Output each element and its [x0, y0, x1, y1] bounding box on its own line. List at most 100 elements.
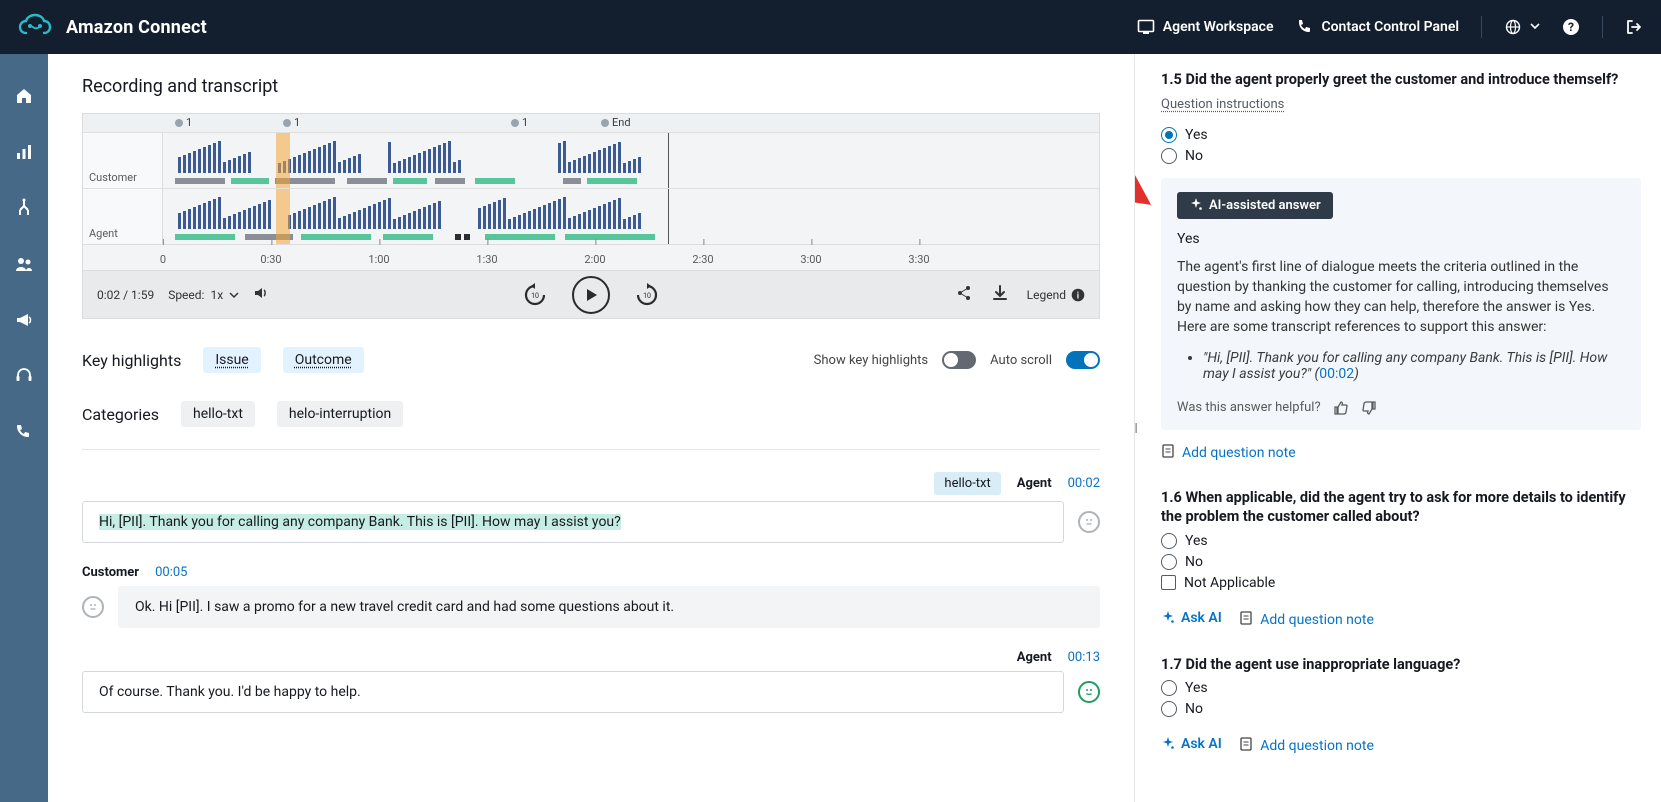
svg-text:10: 10: [643, 292, 651, 300]
timeline-end-label: End: [601, 116, 631, 129]
share-button[interactable]: [955, 284, 973, 306]
note-icon: [1239, 737, 1253, 755]
brand-wrap[interactable]: Amazon Connect: [18, 13, 207, 41]
auto-scroll-toggle[interactable]: [1066, 351, 1100, 369]
time-readout: 0:02 / 1:59: [97, 288, 154, 302]
ai-explanation: The agent's first line of dialogue meets…: [1177, 257, 1625, 338]
question-instructions-link[interactable]: Question instructions: [1161, 97, 1284, 112]
speaker-label: Agent: [1017, 476, 1052, 491]
option-no[interactable]: No: [1161, 554, 1641, 570]
note-icon: [1161, 444, 1175, 462]
customer-track[interactable]: [163, 133, 1099, 188]
download-button[interactable]: [991, 284, 1009, 306]
timeline-marker[interactable]: 1: [511, 116, 528, 129]
ask-ai-button[interactable]: Ask AI: [1161, 736, 1222, 752]
svg-text:10: 10: [531, 292, 539, 300]
forward-10-button[interactable]: 10: [632, 280, 662, 310]
timestamp-link[interactable]: 00:02: [1068, 476, 1100, 491]
agent-track[interactable]: [163, 189, 1099, 244]
category-tag: helo-interruption: [277, 401, 403, 427]
option-yes[interactable]: Yes: [1161, 127, 1641, 143]
question-1-6: 1.6 When applicable, did the agent try t…: [1161, 488, 1641, 629]
divider: [82, 449, 1100, 450]
radio-icon: [1161, 533, 1177, 549]
nav-campaigns[interactable]: [12, 308, 36, 332]
audio-timeline[interactable]: 1 1 1 End Customer: [82, 113, 1100, 271]
option-no[interactable]: No: [1161, 701, 1641, 717]
lane-agent-label: Agent: [83, 189, 163, 244]
category-tag: hello-txt: [181, 401, 255, 427]
mute-button[interactable]: [253, 285, 269, 305]
show-kh-toggle[interactable]: [942, 351, 976, 369]
thumbs-down-button[interactable]: [1361, 400, 1377, 416]
timeline-marker[interactable]: 1: [283, 116, 300, 129]
radio-icon: [1161, 127, 1177, 143]
nav-agent[interactable]: [12, 364, 36, 388]
connect-logo-icon: [18, 13, 54, 41]
nav-users[interactable]: [12, 252, 36, 276]
chip-outcome[interactable]: Outcome: [283, 347, 364, 373]
question-title: 1.7 Did the agent use inappropriate lang…: [1161, 655, 1641, 675]
phone-icon: [1295, 18, 1313, 36]
nav-phone[interactable]: [12, 420, 36, 444]
language-menu[interactable]: [1504, 18, 1540, 36]
help-button[interactable]: ?: [1562, 18, 1580, 36]
recording-title: Recording and transcript: [82, 76, 1100, 97]
panel-resize-handle[interactable]: ‖: [1135, 413, 1142, 443]
svg-text:i: i: [1077, 291, 1079, 301]
header-divider-2: [1602, 16, 1603, 38]
nav-routing[interactable]: [12, 196, 36, 220]
top-header: Amazon Connect Agent Workspace Contact C…: [0, 0, 1661, 54]
timestamp-link[interactable]: 00:05: [155, 565, 187, 580]
transcript-bubble: Hi, [PII]. Thank you for calling any com…: [82, 501, 1064, 543]
ai-quote-timestamp[interactable]: 00:02: [1319, 366, 1354, 382]
ccp-link[interactable]: Contact Control Panel: [1295, 18, 1459, 36]
speaker-label: Customer: [82, 565, 139, 580]
add-note-link[interactable]: Add question note: [1161, 444, 1296, 462]
playhead[interactable]: [276, 189, 290, 244]
chevron-down-icon: [229, 290, 239, 300]
nav-analytics[interactable]: [12, 140, 36, 164]
rewind-10-button[interactable]: 10: [520, 280, 550, 310]
nav-home[interactable]: [12, 84, 36, 108]
option-yes[interactable]: Yes: [1161, 680, 1641, 696]
ai-answer-value: Yes: [1177, 231, 1625, 247]
timestamp-link[interactable]: 00:13: [1068, 650, 1100, 665]
playhead[interactable]: [276, 133, 290, 188]
help-icon: ?: [1562, 18, 1580, 36]
player-bar: 0:02 / 1:59 Speed: 1x 10 10 Legend: [82, 271, 1100, 319]
sparkle-icon: [1161, 737, 1175, 751]
recording-panel: Recording and transcript 1 1 1 End Custo…: [48, 54, 1135, 802]
lane-customer-label: Customer: [83, 133, 163, 188]
add-note-link[interactable]: Add question note: [1239, 611, 1374, 629]
agent-workspace-link[interactable]: Agent Workspace: [1137, 18, 1274, 36]
ai-answer-box: AI-assisted answer Yes The agent's first…: [1161, 178, 1641, 430]
question-title: 1.6 When applicable, did the agent try t…: [1161, 488, 1641, 527]
add-note-link[interactable]: Add question note: [1239, 737, 1374, 755]
speaker-label: Agent: [1017, 650, 1052, 665]
logout-button[interactable]: [1625, 18, 1643, 36]
ai-assisted-badge: AI-assisted answer: [1177, 192, 1333, 219]
categories-title: Categories: [82, 405, 159, 424]
legend-button[interactable]: Legend i: [1027, 288, 1085, 302]
play-button[interactable]: [572, 276, 610, 314]
option-no[interactable]: No: [1161, 148, 1641, 164]
left-nav: [0, 54, 48, 802]
question-title: 1.5 Did the agent properly greet the cus…: [1161, 70, 1641, 90]
note-icon: [1239, 611, 1253, 629]
chip-issue[interactable]: Issue: [203, 347, 260, 373]
end-line: [668, 133, 669, 188]
timeline-marker[interactable]: 1: [175, 116, 192, 129]
question-1-7: 1.7 Did the agent use inappropriate lang…: [1161, 655, 1641, 756]
svg-text:?: ?: [1568, 20, 1574, 34]
caret-down-icon: [1530, 19, 1540, 35]
speed-selector[interactable]: Speed: 1x: [168, 288, 239, 302]
thumbs-up-button[interactable]: [1333, 400, 1349, 416]
option-na[interactable]: Not Applicable: [1161, 575, 1641, 591]
ccp-label: Contact Control Panel: [1321, 19, 1459, 35]
option-yes[interactable]: Yes: [1161, 533, 1641, 549]
brand-text: Amazon Connect: [66, 17, 207, 38]
feedback-label: Was this answer helpful?: [1177, 400, 1321, 415]
evaluation-panel: ‖ 1.5 Did the agent properly greet the c…: [1135, 54, 1661, 802]
ask-ai-button[interactable]: Ask AI: [1161, 610, 1222, 626]
